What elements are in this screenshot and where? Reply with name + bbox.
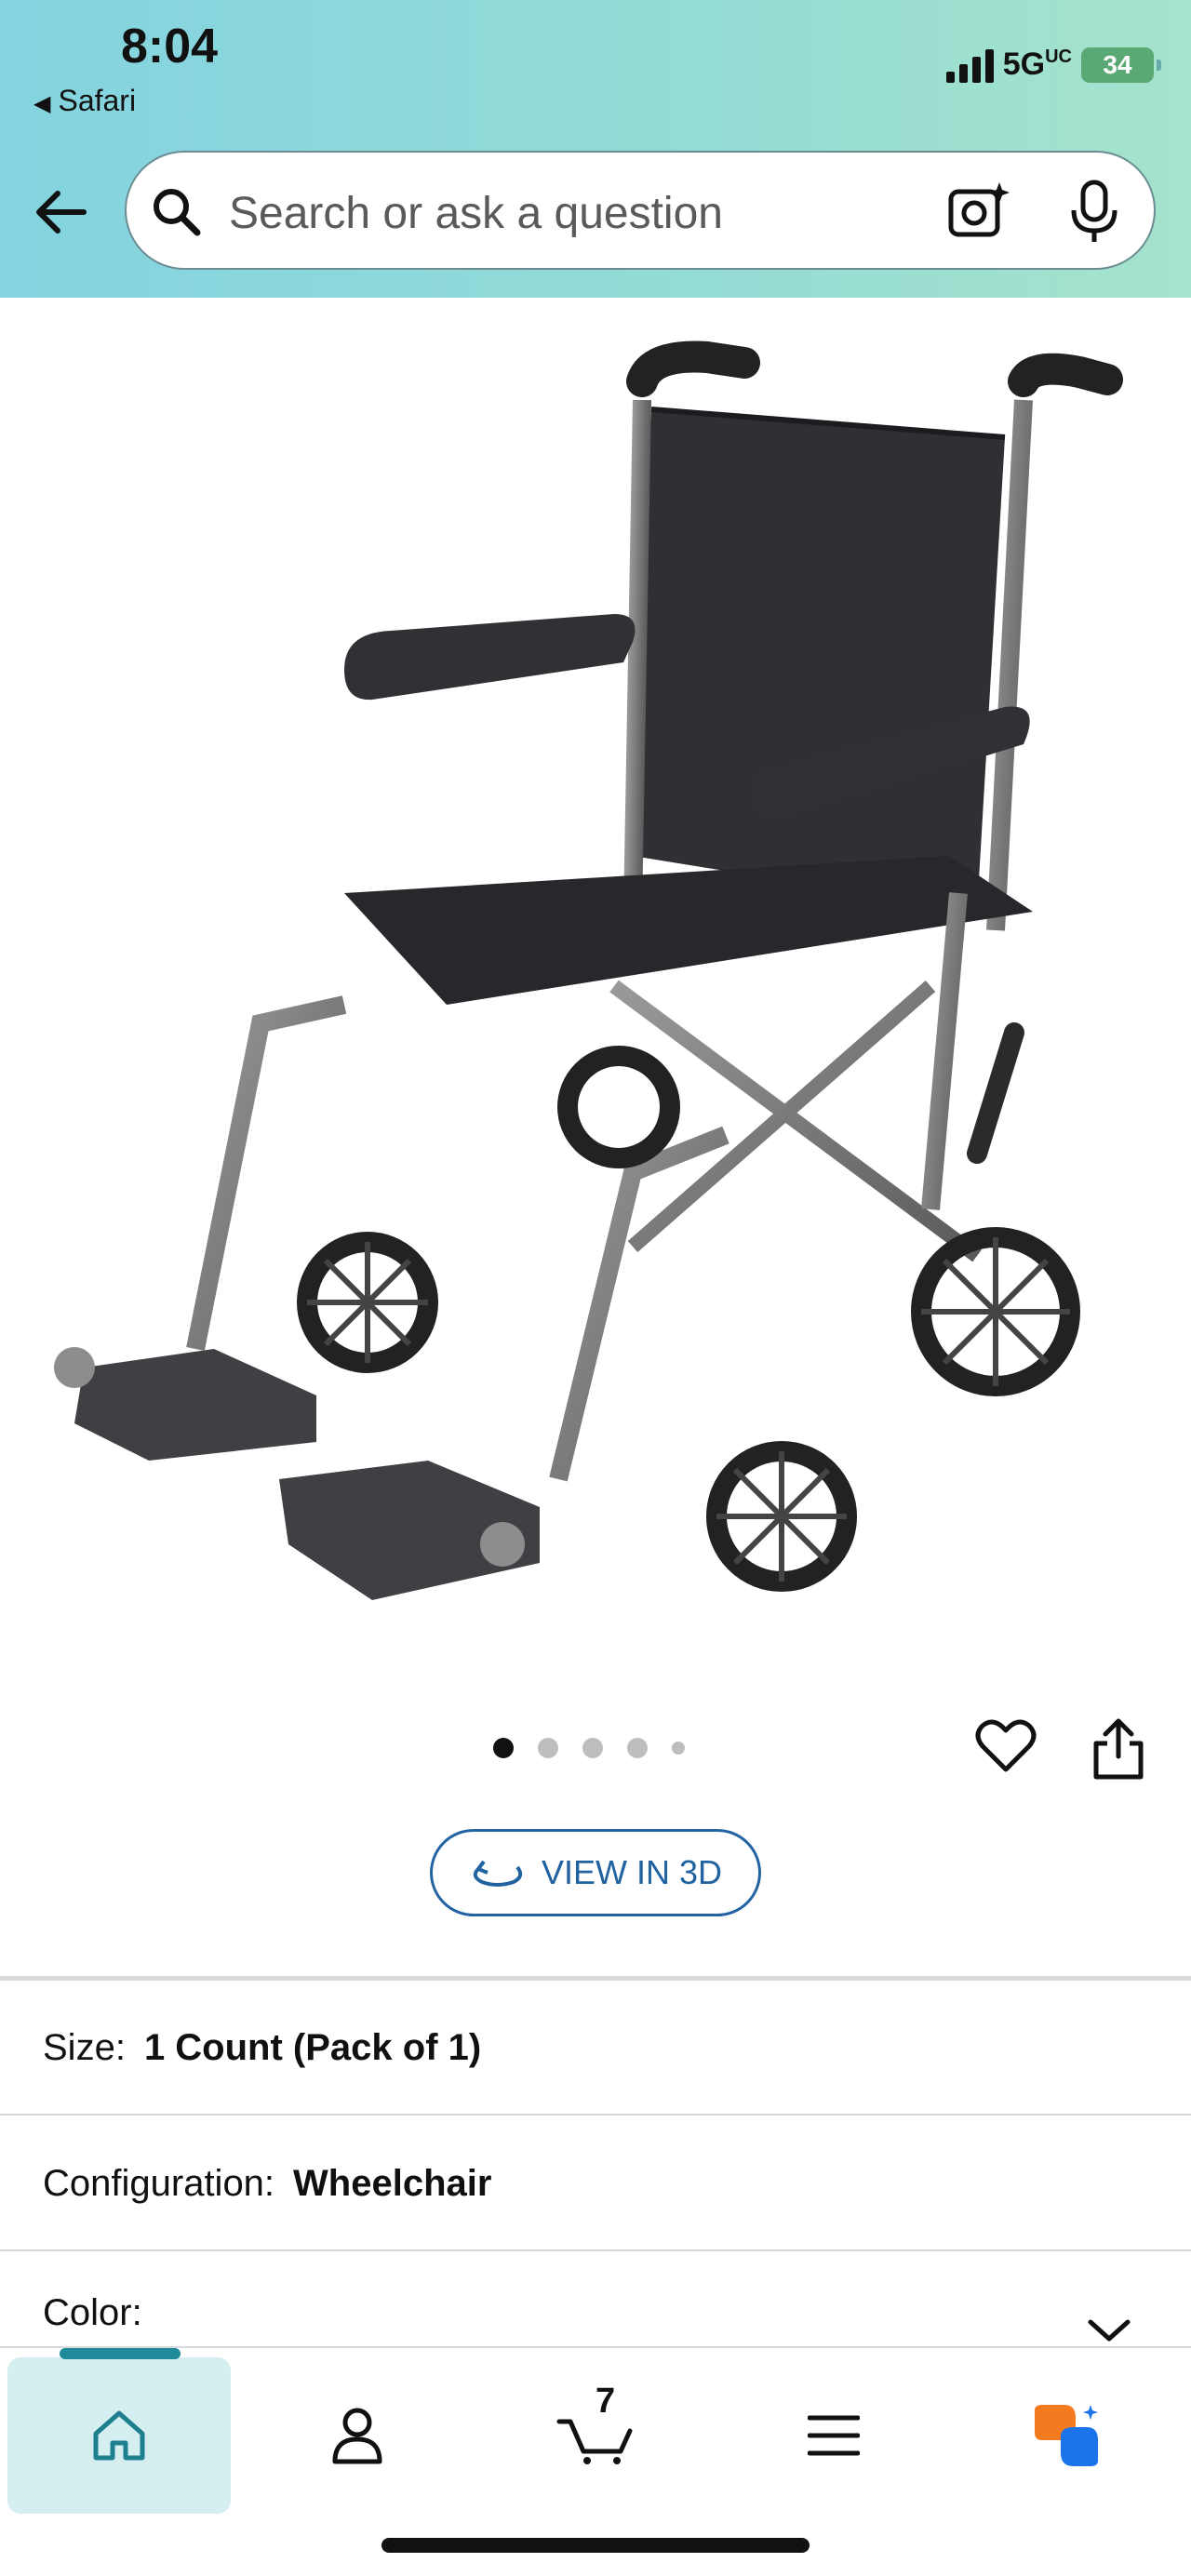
section-divider bbox=[0, 1976, 1191, 1981]
carousel-dot-5[interactable] bbox=[672, 1742, 685, 1755]
product-image[interactable] bbox=[37, 335, 1154, 1637]
search-icon bbox=[154, 189, 201, 236]
active-tab-indicator bbox=[60, 2348, 181, 2359]
back-app-label: Safari bbox=[58, 84, 137, 117]
size-value: 1 Count (Pack of 1) bbox=[143, 2026, 482, 2068]
signal-icon bbox=[945, 47, 994, 83]
view-in-3d-button[interactable]: VIEW IN 3D bbox=[430, 1829, 761, 1916]
search-bar[interactable]: Search or ask a question bbox=[125, 151, 1156, 270]
camera-search-icon[interactable] bbox=[945, 179, 1010, 244]
status-indicators: 5GUC 34 bbox=[945, 47, 1161, 83]
configuration-value: Wheelchair bbox=[293, 2162, 492, 2204]
cart-count: 7 bbox=[596, 2382, 616, 2421]
app-header: 8:04 ◀ Safari 5GUC 34 Search or ask a que… bbox=[0, 0, 1191, 298]
home-icon bbox=[93, 2410, 145, 2461]
back-triangle-icon: ◀ bbox=[33, 91, 51, 116]
nav-cart-tab[interactable]: 7 bbox=[484, 2357, 707, 2514]
search-input[interactable]: Search or ask a question bbox=[229, 188, 723, 239]
carousel-dot-1[interactable] bbox=[493, 1738, 514, 1758]
configuration-label: Configuration: bbox=[43, 2162, 275, 2204]
nav-rufus-tab[interactable] bbox=[955, 2357, 1178, 2514]
chevron-down-icon[interactable] bbox=[1087, 2316, 1131, 2344]
configuration-option-row[interactable]: Configuration: Wheelchair bbox=[0, 2117, 1191, 2251]
network-label: 5GUC bbox=[1002, 47, 1072, 82]
size-option-row[interactable]: Size: 1 Count (Pack of 1) bbox=[0, 1982, 1191, 2116]
color-label: Color: bbox=[43, 2292, 142, 2333]
size-label: Size: bbox=[43, 2026, 126, 2068]
profile-icon bbox=[332, 2408, 382, 2464]
carousel-dot-4[interactable] bbox=[627, 1738, 648, 1758]
nav-profile-tab[interactable] bbox=[246, 2357, 469, 2514]
status-time: 8:04 bbox=[121, 20, 219, 73]
carousel-dot-3[interactable] bbox=[582, 1738, 603, 1758]
share-icon[interactable] bbox=[1091, 1717, 1146, 1781]
nav-menu-tab[interactable] bbox=[722, 2357, 945, 2514]
carousel-dot-2[interactable] bbox=[538, 1738, 558, 1758]
menu-icon bbox=[808, 2415, 860, 2456]
home-indicator bbox=[381, 2538, 810, 2553]
battery-icon: 34 bbox=[1081, 47, 1161, 83]
view-in-3d-label: VIEW IN 3D bbox=[541, 1853, 723, 1891]
rotate-3d-icon bbox=[473, 1860, 523, 1887]
back-to-safari[interactable]: ◀ Safari bbox=[33, 84, 136, 118]
image-carousel-dots[interactable] bbox=[493, 1738, 685, 1758]
nav-home-tab[interactable] bbox=[7, 2348, 231, 2514]
microphone-icon[interactable] bbox=[1066, 179, 1122, 244]
back-arrow-icon[interactable] bbox=[33, 184, 89, 240]
rufus-assistant-icon bbox=[1035, 2405, 1098, 2466]
heart-icon[interactable] bbox=[975, 1717, 1037, 1775]
